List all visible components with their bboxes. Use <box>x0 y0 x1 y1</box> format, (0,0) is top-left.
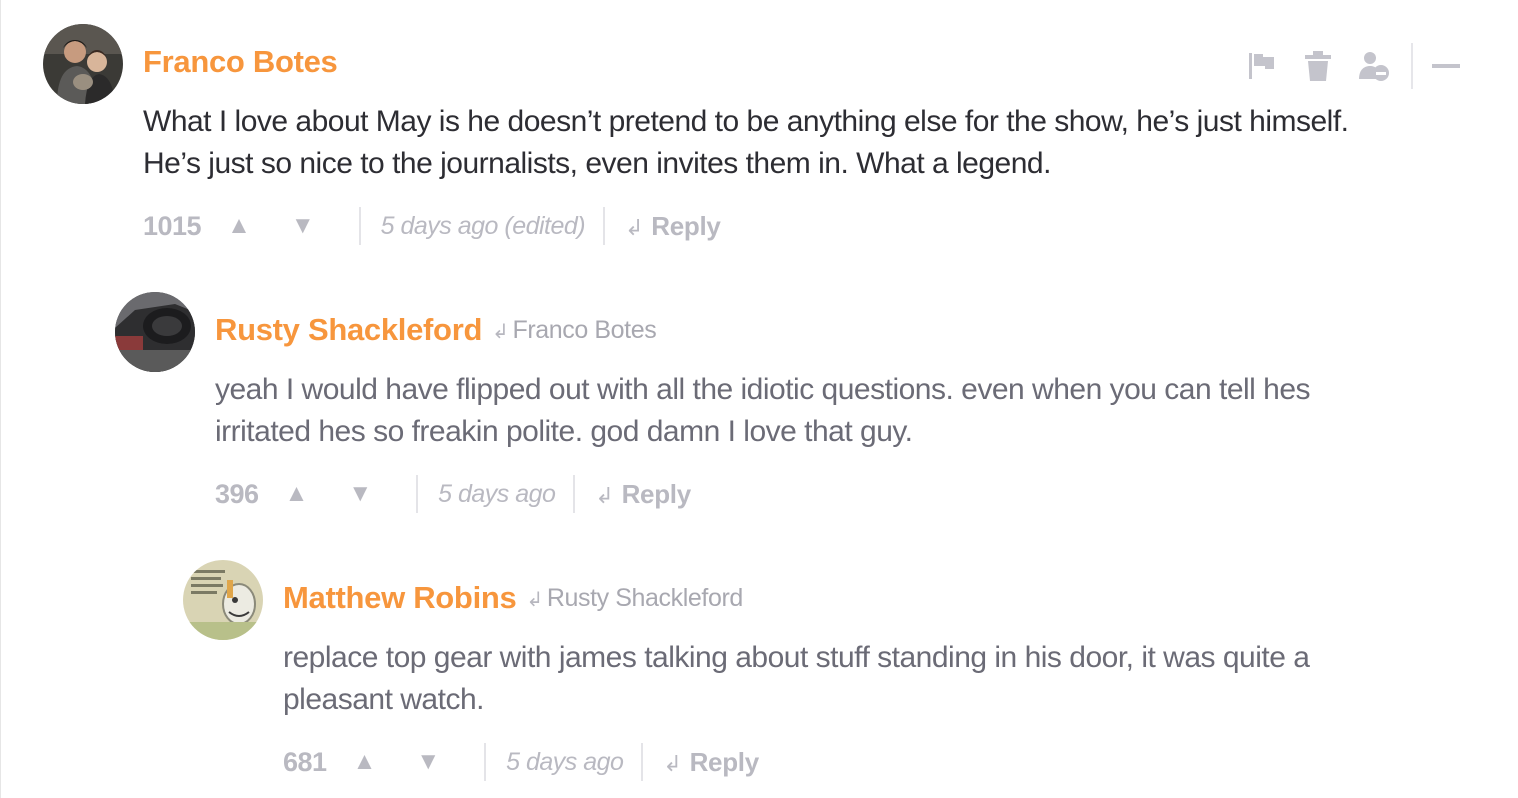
author-name[interactable]: Franco Botes <box>143 44 338 80</box>
comment-thread: Franco Botes What I love about May is he… <box>0 0 1518 798</box>
comment-line: pleasant watch. <box>283 683 484 716</box>
timestamp[interactable]: 5 days ago <box>506 748 624 777</box>
car-photo-avatar-icon <box>115 292 195 372</box>
downvote-icon[interactable]: ▼ <box>348 480 372 508</box>
downvote-icon[interactable]: ▼ <box>291 212 315 240</box>
vote-score: 1015 <box>143 210 202 241</box>
divider <box>573 475 576 513</box>
author-link[interactable]: Matthew Robins <box>283 580 517 615</box>
comment-footer: 681 ▲ ▼ 5 days ago ↲ Reply <box>283 742 759 782</box>
reply-button[interactable]: ↲ Reply <box>663 747 759 778</box>
vote-score: 396 <box>215 478 259 509</box>
reply-arrow-icon: ↲ <box>526 589 543 611</box>
comment-footer: 1015 ▲ ▼ 5 days ago (edited) ↲ Reply <box>143 206 721 246</box>
collapse-icon[interactable] <box>1431 49 1461 83</box>
block-user-icon[interactable] <box>1357 49 1391 83</box>
reply-arrow-icon: ↲ <box>492 321 509 343</box>
trash-icon[interactable] <box>1303 49 1333 83</box>
divider <box>641 743 644 781</box>
downvote-icon[interactable]: ▼ <box>416 748 440 776</box>
timestamp[interactable]: 5 days ago <box>438 480 556 509</box>
reply-to-label[interactable]: ↲ Franco Botes <box>492 316 657 345</box>
comment-line: yeah I would have flipped out with all t… <box>215 373 1311 406</box>
divider <box>416 475 419 513</box>
author-name: Matthew Robins ↲ Rusty Shackleford <box>283 580 743 616</box>
divider <box>484 743 487 781</box>
user-photo-avatar-icon <box>43 24 123 104</box>
upvote-icon[interactable]: ▲ <box>285 480 309 508</box>
avatar[interactable] <box>115 292 195 372</box>
vote-score: 681 <box>283 746 327 777</box>
reply-button[interactable]: ↲ Reply <box>625 211 721 242</box>
comment-toolbar <box>1245 43 1461 89</box>
upvote-icon[interactable]: ▲ <box>353 748 377 776</box>
divider <box>358 207 361 245</box>
comment-line: irritated hes so freakin polite. god dam… <box>215 415 913 448</box>
reply-to-label[interactable]: ↲ Rusty Shackleford <box>526 584 743 613</box>
toolbar-divider <box>1411 43 1413 89</box>
comment-line: What I love about May is he doesn’t pret… <box>143 105 1349 138</box>
author-name: Rusty Shackleford ↲ Franco Botes <box>215 312 657 348</box>
divider <box>603 207 606 245</box>
upvote-icon[interactable]: ▲ <box>227 212 251 240</box>
comment-body: yeah I would have flipped out with all t… <box>215 369 1465 453</box>
comment-body: replace top gear with james talking abou… <box>283 637 1473 721</box>
avatar[interactable] <box>43 24 123 104</box>
comic-photo-avatar-icon <box>183 560 263 640</box>
reply-button[interactable]: ↲ Reply <box>595 479 691 510</box>
reply-arrow-icon: ↲ <box>625 214 644 240</box>
comment-body: What I love about May is he doesn’t pret… <box>143 101 1463 185</box>
timestamp[interactable]: 5 days ago (edited) <box>381 212 586 241</box>
flag-icon[interactable] <box>1245 49 1279 83</box>
comment-footer: 396 ▲ ▼ 5 days ago ↲ Reply <box>215 474 691 514</box>
comment-line: He’s just so nice to the journalists, ev… <box>143 147 1051 180</box>
comment-line: replace top gear with james talking abou… <box>283 641 1310 674</box>
reply-arrow-icon: ↲ <box>595 482 614 508</box>
reply-arrow-icon: ↲ <box>663 750 682 776</box>
author-link[interactable]: Rusty Shackleford <box>215 312 482 347</box>
avatar[interactable] <box>183 560 263 640</box>
